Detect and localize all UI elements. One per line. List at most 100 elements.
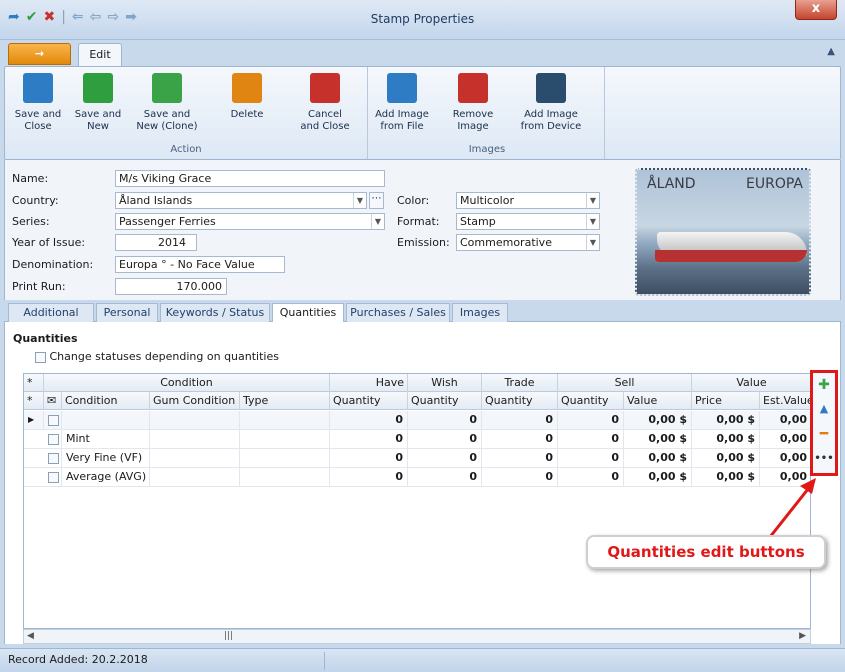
- col-price[interactable]: Price: [692, 392, 760, 410]
- cell-est-value[interactable]: 0,00: [760, 468, 810, 487]
- tab-additional[interactable]: Additional: [8, 303, 94, 323]
- remove-image-button[interactable]: Remove Image: [450, 73, 496, 133]
- cell-condition[interactable]: Very Fine (VF): [62, 449, 150, 468]
- cell-condition[interactable]: Average (AVG): [62, 468, 150, 487]
- cell-type[interactable]: [240, 430, 330, 449]
- cell-condition[interactable]: Mint: [62, 430, 150, 449]
- ribbon-collapse-icon[interactable]: ▲: [827, 46, 835, 57]
- cell-condition[interactable]: [62, 411, 150, 430]
- cell-trade[interactable]: 0: [482, 449, 558, 468]
- cell-sell-qty[interactable]: 0: [558, 449, 624, 468]
- cell-price[interactable]: 0,00 $: [692, 449, 760, 468]
- cell-sell-value[interactable]: 0,00 $: [624, 411, 692, 430]
- col-est-value[interactable]: Est.Value: [760, 392, 810, 410]
- cell-have[interactable]: 0: [330, 411, 408, 430]
- cell-trade[interactable]: 0: [482, 411, 558, 430]
- horizontal-scrollbar[interactable]: ◀ ||| ▶: [23, 629, 811, 644]
- cell-type[interactable]: [240, 411, 330, 430]
- cell-price[interactable]: 0,00 $: [692, 468, 760, 487]
- cell-trade[interactable]: 0: [482, 468, 558, 487]
- cell-gum[interactable]: [150, 449, 240, 468]
- cell-trade[interactable]: 0: [482, 430, 558, 449]
- table-row[interactable]: Very Fine (VF) 0 0 0 0 0,00 $ 0,00 $ 0,0…: [24, 449, 810, 468]
- save-and-new-clone-button[interactable]: Save and New (Clone): [131, 73, 203, 133]
- scroll-grip-icon[interactable]: |||: [224, 631, 233, 641]
- tab-personal[interactable]: Personal: [96, 303, 158, 323]
- change-status-row[interactable]: Change statuses depending on quantities: [35, 350, 279, 363]
- name-field[interactable]: M/s Viking Grace: [115, 170, 385, 187]
- table-row[interactable]: ▶ 0 0 0 0 0,00 $ 0,00 $ 0,00: [24, 411, 810, 430]
- more-icon[interactable]: •••: [813, 451, 835, 467]
- cell-wish[interactable]: 0: [408, 449, 482, 468]
- cell-est-value[interactable]: 0,00: [760, 411, 810, 430]
- row-checkbox[interactable]: [44, 430, 62, 449]
- cell-price[interactable]: 0,00 $: [692, 430, 760, 449]
- col-condition[interactable]: Condition: [62, 392, 150, 410]
- tab-edit[interactable]: Edit: [78, 43, 122, 66]
- tab-quantities[interactable]: Quantities: [272, 303, 344, 324]
- color-select[interactable]: Multicolor ▼: [456, 192, 600, 209]
- chevron-down-icon[interactable]: ▼: [371, 214, 384, 229]
- table-row[interactable]: Average (AVG) 0 0 0 0 0,00 $ 0,00 $ 0,00: [24, 468, 810, 487]
- cell-wish[interactable]: 0: [408, 430, 482, 449]
- print-run-field[interactable]: 170.000: [115, 278, 227, 295]
- year-field[interactable]: 2014: [115, 234, 197, 251]
- country-more-button[interactable]: ⋯: [369, 192, 384, 209]
- edit-icon[interactable]: ▲: [813, 401, 835, 417]
- cell-sell-qty[interactable]: 0: [558, 430, 624, 449]
- close-button[interactable]: x: [795, 0, 837, 20]
- cell-gum[interactable]: [150, 430, 240, 449]
- tab-keywords-status[interactable]: Keywords / Status: [160, 303, 270, 323]
- cell-sell-qty[interactable]: 0: [558, 411, 624, 430]
- scroll-right-icon[interactable]: ▶: [799, 631, 806, 641]
- add-icon[interactable]: ✚: [813, 377, 835, 393]
- col-wish-quantity[interactable]: Quantity: [408, 392, 482, 410]
- row-checkbox[interactable]: [44, 468, 62, 487]
- col-gum-condition[interactable]: Gum Condition: [150, 392, 240, 410]
- cell-sell-value[interactable]: 0,00 $: [624, 468, 692, 487]
- cell-gum[interactable]: [150, 468, 240, 487]
- cell-have[interactable]: 0: [330, 449, 408, 468]
- application-button[interactable]: →: [8, 43, 71, 65]
- denomination-field[interactable]: Europa ° - No Face Value: [115, 256, 285, 273]
- cell-have[interactable]: 0: [330, 430, 408, 449]
- remove-icon[interactable]: ━: [813, 426, 835, 442]
- cell-type[interactable]: [240, 449, 330, 468]
- save-and-close-button[interactable]: Save and Close: [13, 73, 63, 133]
- tab-images[interactable]: Images: [452, 303, 508, 323]
- emission-select[interactable]: Commemorative ▼: [456, 234, 600, 251]
- table-row[interactable]: Mint 0 0 0 0 0,00 $ 0,00 $ 0,00: [24, 430, 810, 449]
- cell-sell-value[interactable]: 0,00 $: [624, 430, 692, 449]
- cell-gum[interactable]: [150, 411, 240, 430]
- add-image-from-device-button[interactable]: Add Image from Device: [516, 73, 586, 133]
- cell-est-value[interactable]: 0,00: [760, 449, 810, 468]
- cancel-and-close-button[interactable]: Cancel and Close: [295, 73, 355, 133]
- country-select[interactable]: Åland Islands ▼: [115, 192, 367, 209]
- cell-type[interactable]: [240, 468, 330, 487]
- tab-purchases-sales[interactable]: Purchases / Sales: [346, 303, 450, 323]
- chevron-down-icon[interactable]: ▼: [353, 193, 366, 208]
- col-trade-quantity[interactable]: Quantity: [482, 392, 558, 410]
- col-have-quantity[interactable]: Quantity: [330, 392, 408, 410]
- row-checkbox[interactable]: [44, 449, 62, 468]
- cell-wish[interactable]: 0: [408, 468, 482, 487]
- series-select[interactable]: Passenger Ferries ▼: [115, 213, 385, 230]
- col-sell-quantity[interactable]: Quantity: [558, 392, 624, 410]
- format-select[interactable]: Stamp ▼: [456, 213, 600, 230]
- delete-button[interactable]: Delete: [225, 73, 269, 121]
- save-and-new-button[interactable]: Save and New: [73, 73, 123, 133]
- col-sell-value[interactable]: Value: [624, 392, 692, 410]
- stamp-image[interactable]: ÅLAND EUROPA: [635, 168, 811, 296]
- add-image-from-file-button[interactable]: Add Image from File: [374, 73, 430, 133]
- chevron-down-icon[interactable]: ▼: [586, 214, 599, 229]
- cell-est-value[interactable]: 0,00: [760, 430, 810, 449]
- col-type[interactable]: Type: [240, 392, 330, 410]
- scroll-left-icon[interactable]: ◀: [27, 631, 34, 641]
- chevron-down-icon[interactable]: ▼: [586, 235, 599, 250]
- cell-sell-value[interactable]: 0,00 $: [624, 449, 692, 468]
- row-checkbox[interactable]: [44, 411, 62, 430]
- cell-wish[interactable]: 0: [408, 411, 482, 430]
- cell-price[interactable]: 0,00 $: [692, 411, 760, 430]
- cell-sell-qty[interactable]: 0: [558, 468, 624, 487]
- change-status-checkbox[interactable]: [35, 351, 46, 363]
